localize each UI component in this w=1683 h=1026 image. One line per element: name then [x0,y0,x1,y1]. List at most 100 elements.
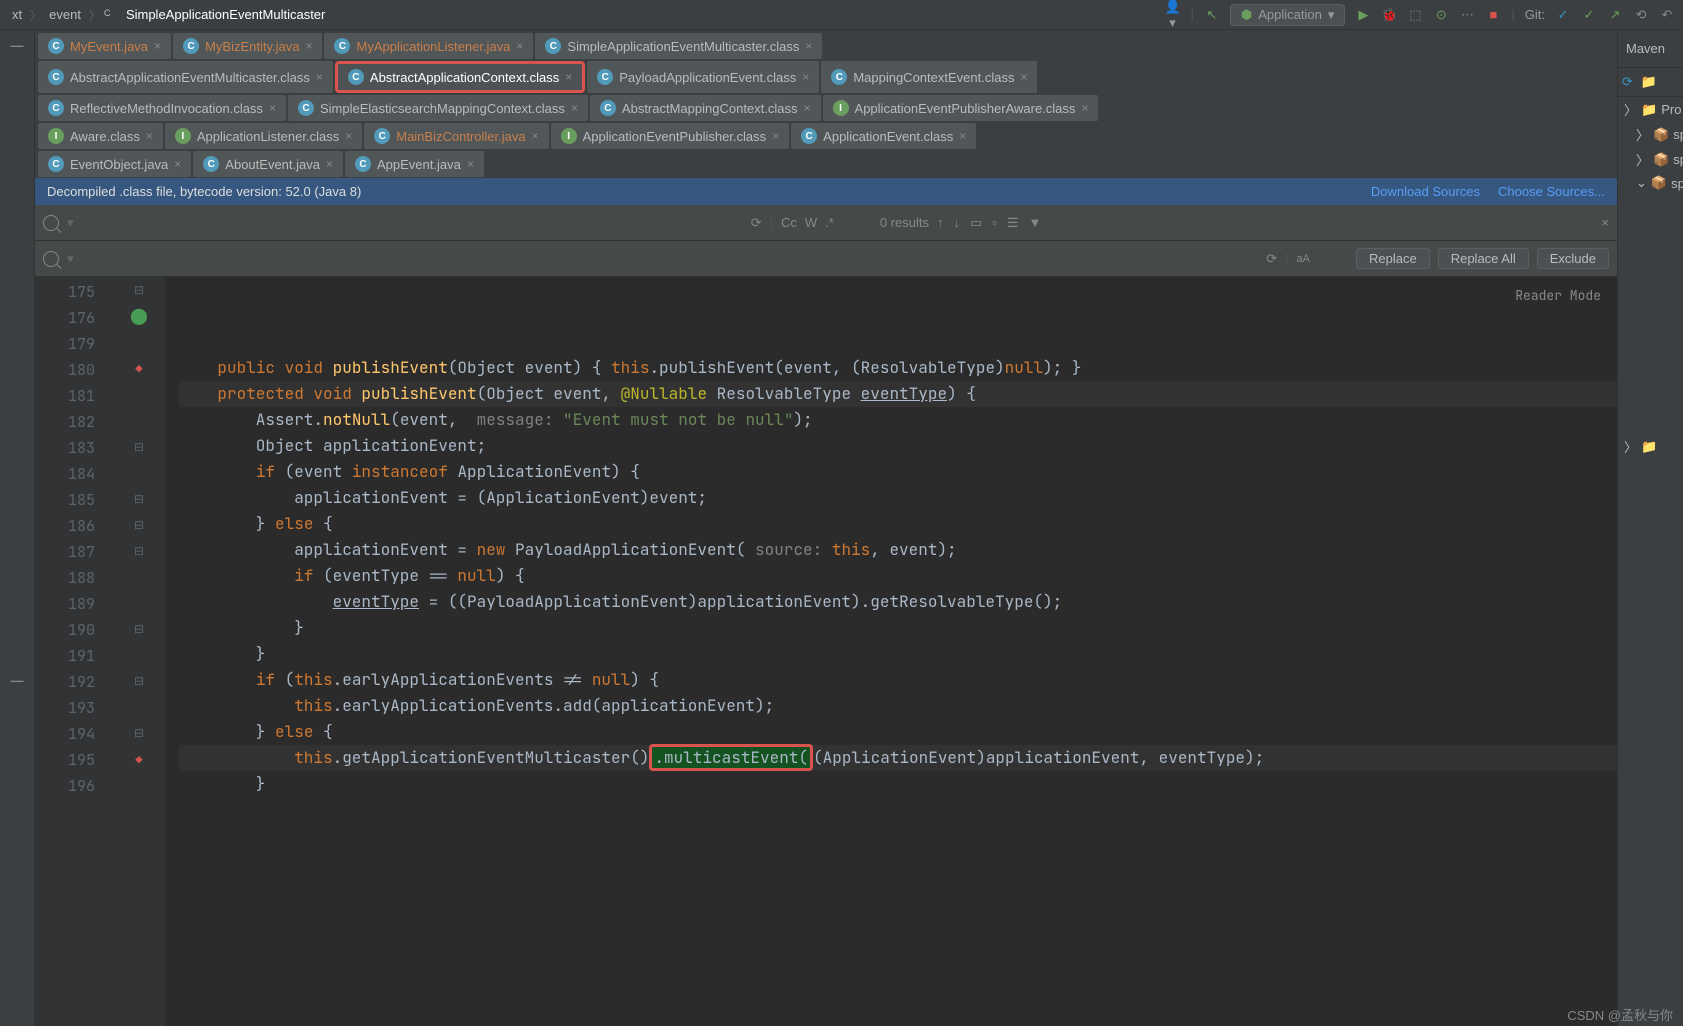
editor-tab[interactable]: CEventObject.java× [38,151,191,177]
editor-tab[interactable]: CMyEvent.java× [38,33,171,59]
class-icon: C [831,69,847,85]
code-editor[interactable]: 1751761791801811821831841851861871881891… [35,277,1617,1026]
filter-icon[interactable]: ▼ [1029,215,1042,230]
maven-tree-item[interactable]: 〉📁Pro [1618,97,1683,122]
download-sources-link[interactable]: Download Sources [1371,184,1480,199]
close-icon[interactable]: × [532,129,539,143]
new-window-icon[interactable]: ▫ [992,215,997,230]
git-revert-icon[interactable]: ↶ [1659,7,1675,23]
chevron-down-icon[interactable]: ▾ [67,215,74,231]
close-icon[interactable]: × [959,129,966,143]
prev-occurrence-icon[interactable]: ⟳ [751,215,762,231]
close-icon[interactable]: × [1601,215,1609,230]
git-update-icon[interactable]: ✓ [1555,7,1571,23]
close-icon[interactable]: × [805,39,812,53]
close-icon[interactable]: × [804,101,811,115]
editor-tab[interactable]: CPayloadApplicationEvent.class× [587,61,819,93]
run-icon[interactable]: ▶ [1355,7,1371,23]
hammer-icon[interactable]: ↖ [1204,7,1220,23]
editor-tab[interactable]: CMappingContextEvent.class× [821,61,1037,93]
replace-all-button[interactable]: Replace All [1438,248,1529,269]
tab-label: SimpleApplicationEventMulticaster.class [567,39,799,54]
font-case-icon[interactable]: aA [1297,253,1310,265]
editor-tab[interactable]: CAbstractApplicationContext.class× [335,61,585,93]
git-commit-icon[interactable]: ✓ [1581,7,1597,23]
editor-tab[interactable]: CAbstractMappingContext.class× [590,95,821,121]
reader-mode-label[interactable]: Reader Mode [1515,283,1601,309]
editor-tab[interactable]: IApplicationEventPublisher.class× [551,123,790,149]
editor-tab[interactable]: CAboutEvent.java× [193,151,343,177]
crumb-item[interactable]: xt [8,5,26,24]
editor-tab[interactable]: CSimpleElasticsearchMappingContext.class… [288,95,588,121]
replace-button[interactable]: Replace [1356,248,1430,269]
close-icon[interactable]: × [345,129,352,143]
close-icon[interactable]: × [467,157,474,171]
close-icon[interactable]: × [1081,101,1088,115]
debug-icon[interactable]: 🐞 [1381,7,1397,23]
preserve-case-icon[interactable]: ⟳ [1266,251,1277,267]
close-icon[interactable]: × [146,129,153,143]
refresh-icon[interactable]: ⟳ [1622,74,1633,90]
git-push-icon[interactable]: ↗ [1607,7,1623,23]
close-icon[interactable]: × [305,39,312,53]
folder-icon: 📁 [1641,439,1657,455]
exclude-button[interactable]: Exclude [1537,248,1609,269]
crumb-item[interactable]: event [45,5,85,24]
coverage-icon[interactable]: ⬚ [1407,7,1423,23]
editor-tab[interactable]: CMyBizEntity.java× [173,33,322,59]
settings-icon[interactable]: ☰ [1007,215,1019,231]
attach-icon[interactable]: ⋯ [1459,7,1475,23]
editor-tab[interactable]: CApplicationEvent.class× [791,123,976,149]
crumb-item[interactable]: SimpleApplicationEventMulticaster [122,5,329,24]
editor-tab[interactable]: CReflectiveMethodInvocation.class× [38,95,286,121]
close-icon[interactable]: × [802,70,809,84]
match-case-option[interactable]: Cc [781,215,797,230]
folder-icon[interactable]: 📁 [1641,74,1657,90]
minimize-icon[interactable]: — [11,38,24,53]
chevron-right-icon: 〉 [1636,125,1649,144]
maven-tree-item[interactable]: 〉📁 [1618,434,1683,459]
words-option[interactable]: W [805,215,817,230]
maven-tree-item[interactable]: ⌄📦spr [1618,172,1683,194]
stop-icon[interactable]: ■ [1485,7,1501,22]
editor-tab[interactable]: IApplicationListener.class× [165,123,362,149]
close-icon[interactable]: × [772,129,779,143]
replace-input[interactable] [82,250,1259,267]
regex-option[interactable]: .* [825,215,834,230]
maven-tree-item[interactable]: 〉📦spr [1618,122,1683,147]
class-icon: C [183,38,199,54]
class-icon: C [545,38,561,54]
close-icon[interactable]: × [571,101,578,115]
close-icon[interactable]: × [269,101,276,115]
find-input[interactable] [82,214,743,231]
editor-tab[interactable]: CAppEvent.java× [345,151,484,177]
editor-tab[interactable]: C SimpleApplicationEventMulticaster.class… [535,33,822,59]
editor-tab[interactable]: IApplicationEventPublisherAware.class× [823,95,1099,121]
run-config-label: Application [1258,7,1322,22]
interface-icon: I [48,128,64,144]
chevron-down-icon[interactable]: ▾ [67,251,74,267]
close-icon[interactable]: × [565,70,572,84]
maven-title[interactable]: Maven [1618,30,1683,68]
close-icon[interactable]: × [516,39,523,53]
minimize-icon[interactable]: — [11,673,24,688]
editor-tab[interactable]: IAware.class× [38,123,163,149]
profiler-icon[interactable]: ⊙ [1433,7,1449,23]
editor-tab[interactable]: CAbstractApplicationEventMulticaster.cla… [38,61,333,93]
user-icon[interactable]: 👤▾ [1164,0,1180,31]
prev-icon[interactable]: ↑ [937,215,944,230]
git-history-icon[interactable]: ⟲ [1633,7,1649,23]
close-icon[interactable]: × [316,70,323,84]
close-icon[interactable]: × [174,157,181,171]
run-config-selector[interactable]: ⬢ Application ▾ [1230,4,1346,26]
select-all-icon[interactable]: ▭ [970,215,982,231]
editor-tab[interactable]: CMainBizController.java× [364,123,548,149]
close-icon[interactable]: × [326,157,333,171]
choose-sources-link[interactable]: Choose Sources... [1498,184,1605,199]
maven-tree-item[interactable]: 〉📦spr [1618,147,1683,172]
next-icon[interactable]: ↓ [953,215,960,230]
close-icon[interactable]: × [154,39,161,53]
code-content[interactable]: Reader Mode public void publishEvent(Obj… [165,277,1617,1026]
close-icon[interactable]: × [1020,70,1027,84]
editor-tab[interactable]: CMyApplicationListener.java× [324,33,533,59]
